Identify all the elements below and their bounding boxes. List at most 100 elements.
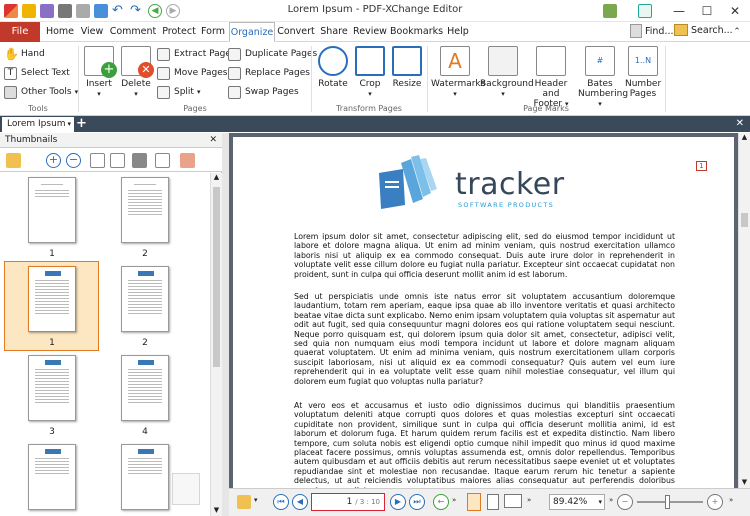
other-tools-button[interactable]: Other Tools ▾: [4, 84, 78, 100]
close-document-button[interactable]: ✕: [736, 117, 744, 131]
insert-page-icon[interactable]: [155, 153, 170, 168]
page-thumbnail[interactable]: [121, 444, 169, 510]
chevron-down-icon: ▾: [598, 498, 602, 506]
document-tab[interactable]: Lorem Ipsum ▾: [2, 117, 74, 132]
delete-button[interactable]: ✕ Delete ▾: [120, 46, 154, 99]
split-button[interactable]: Split ▾: [157, 84, 200, 100]
select-text-label: Select Text: [21, 68, 70, 78]
select-text-button[interactable]: T Select Text: [4, 65, 70, 81]
page-thumbnail[interactable]: [28, 355, 76, 421]
thumbnail-label: 1: [49, 338, 55, 348]
zoom-out-icon[interactable]: −: [66, 153, 81, 168]
last-page-button[interactable]: ⏭: [409, 494, 425, 510]
chevron-down-icon[interactable]: »: [527, 496, 531, 504]
close-button[interactable]: ✕: [726, 2, 744, 20]
first-page-button[interactable]: ⏮: [273, 494, 289, 510]
chevron-down-icon[interactable]: ▾: [254, 496, 258, 504]
rotate-button[interactable]: Rotate: [315, 46, 351, 89]
close-panel-button[interactable]: ✕: [209, 133, 217, 148]
thumbnails-scrollbar[interactable]: ▲ ▼: [210, 173, 222, 516]
tab-share[interactable]: Share: [318, 22, 350, 42]
page-thumbnail[interactable]: [28, 177, 76, 243]
rotate-left-icon[interactable]: [90, 153, 105, 168]
settings-icon[interactable]: [603, 4, 617, 18]
print-icon[interactable]: [132, 153, 147, 168]
watermarks-label: Watermarks: [431, 79, 486, 89]
header-footer-button[interactable]: Header and Footer ▾: [528, 46, 574, 109]
chevron-down-icon[interactable]: »: [609, 496, 613, 504]
search-button[interactable]: Search...: [674, 24, 733, 36]
delete-icon[interactable]: [180, 153, 195, 168]
tab-bookmarks[interactable]: Bookmarks: [390, 22, 443, 42]
resize-button[interactable]: Resize: [390, 46, 424, 89]
panel-splitter[interactable]: [222, 133, 229, 516]
tab-review[interactable]: Review: [353, 22, 387, 42]
single-page-view-icon[interactable]: [467, 493, 481, 511]
tab-home[interactable]: Home: [44, 22, 76, 42]
page-thumbnail-selected[interactable]: [28, 266, 76, 332]
file-menu[interactable]: File: [0, 22, 40, 42]
gear-icon[interactable]: [237, 495, 251, 509]
logo-icon: [45, 271, 61, 276]
maximize-button[interactable]: ☐: [698, 2, 716, 20]
scroll-up-icon[interactable]: ▲: [739, 133, 750, 141]
tools-group-label: Tools: [28, 104, 48, 113]
annotation-marker[interactable]: 1: [696, 161, 707, 171]
page-thumbnail[interactable]: [121, 177, 169, 243]
insert-button[interactable]: + Insert ▾: [83, 46, 117, 99]
tab-organize[interactable]: Organize: [229, 22, 275, 42]
bates-numbering-button[interactable]: # Bates Numbering ▾: [578, 46, 628, 109]
ribbon-collapse-icon[interactable]: ⌃: [728, 23, 746, 41]
scroll-thumb[interactable]: [213, 187, 220, 367]
thumbnail-label: 3: [49, 427, 55, 437]
tab-protect[interactable]: Protect: [160, 22, 198, 42]
group-divider: [78, 46, 79, 112]
swap-pages-button[interactable]: Swap Pages: [228, 84, 299, 100]
zoom-level-field[interactable]: 89.42% ▾: [549, 494, 605, 510]
page-thumbnail[interactable]: [28, 444, 76, 510]
previous-page-button[interactable]: ◀: [292, 494, 308, 510]
page-thumbnail[interactable]: [121, 355, 169, 421]
tab-help[interactable]: Help: [445, 22, 471, 42]
continuous-view-icon[interactable]: [487, 494, 499, 510]
scroll-down-icon[interactable]: ▼: [739, 478, 750, 486]
background-button[interactable]: Background ▾: [480, 46, 534, 99]
crop-button[interactable]: Crop ▾: [354, 46, 386, 99]
facing-view-icon[interactable]: [504, 494, 522, 508]
bates-label-1: Bates: [587, 79, 613, 89]
scroll-down-icon[interactable]: ▼: [211, 506, 222, 514]
duplicate-pages-button[interactable]: Duplicate Pages: [228, 46, 317, 62]
new-tab-button[interactable]: +: [76, 116, 87, 131]
rotate-right-icon[interactable]: [110, 153, 125, 168]
chevron-down-icon[interactable]: »: [729, 496, 733, 504]
zoom-slider-handle[interactable]: [665, 495, 670, 509]
page-number-field[interactable]: 1 / 3 : 10: [311, 493, 385, 511]
replace-pages-button[interactable]: Replace Pages: [228, 65, 310, 81]
hand-tool-button[interactable]: ✋ Hand: [4, 46, 45, 62]
minimize-button[interactable]: —: [670, 2, 688, 20]
zoom-slider[interactable]: [637, 495, 703, 509]
tab-form[interactable]: Form: [199, 22, 227, 42]
tab-comment[interactable]: Comment: [108, 22, 158, 42]
number-pages-button[interactable]: 1..N Number Pages: [625, 46, 661, 99]
back-view-button[interactable]: ←: [433, 494, 449, 510]
scroll-up-icon[interactable]: ▲: [211, 173, 222, 181]
chevron-down-icon[interactable]: ▾: [67, 117, 71, 132]
tab-view[interactable]: View: [78, 22, 106, 42]
gear-icon[interactable]: [6, 153, 21, 168]
extract-pages-button[interactable]: Extract Pages: [157, 46, 236, 62]
zoom-in-icon[interactable]: +: [707, 494, 723, 510]
next-page-button[interactable]: ▶: [390, 494, 406, 510]
watermarks-button[interactable]: A Watermarks ▾: [431, 46, 485, 99]
tab-convert[interactable]: Convert: [277, 22, 315, 42]
chevron-down-icon[interactable]: »: [452, 496, 456, 504]
scroll-thumb[interactable]: [741, 213, 748, 227]
document-scrollbar[interactable]: ▲ ▼: [738, 133, 750, 488]
fullscreen-icon[interactable]: [638, 4, 652, 18]
page-thumbnail[interactable]: [121, 266, 169, 332]
find-button[interactable]: Find...: [630, 24, 674, 38]
zoom-in-icon[interactable]: +: [46, 153, 61, 168]
zoom-out-icon[interactable]: −: [617, 494, 633, 510]
move-pages-button[interactable]: Move Pages: [157, 65, 227, 81]
logo-icon: [138, 449, 154, 454]
